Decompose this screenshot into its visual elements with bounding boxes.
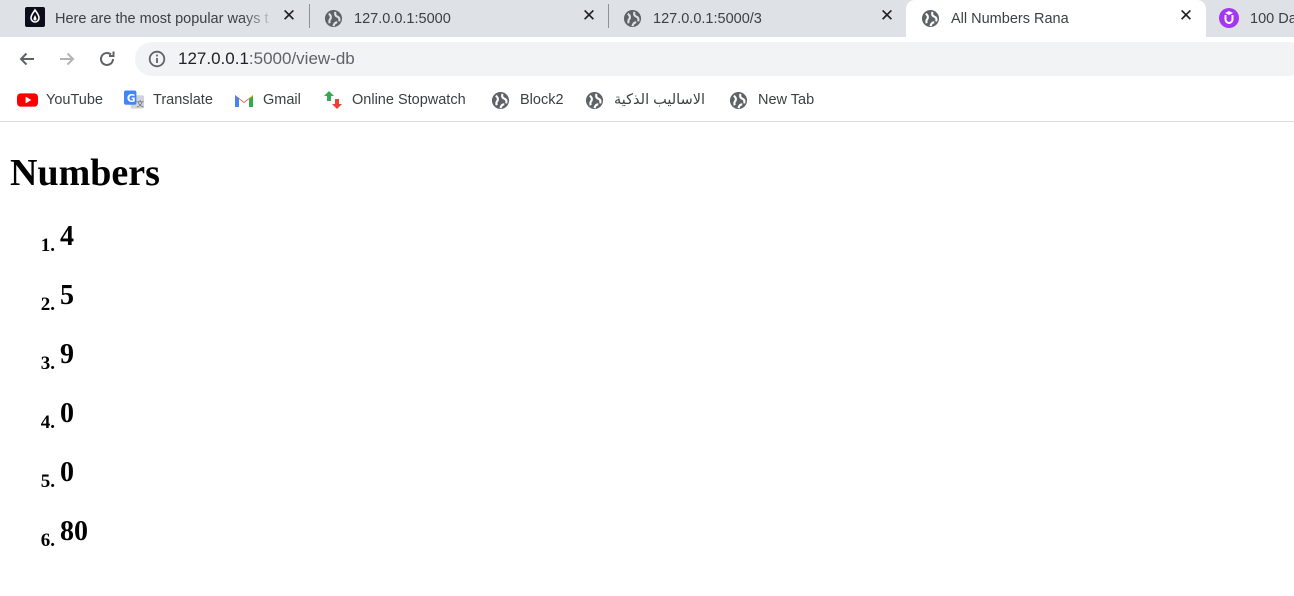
browser-toolbar: 127.0.0.1:5000/view-db <box>0 37 1294 81</box>
svg-text:G: G <box>127 93 136 105</box>
bookmark-smart-methods[interactable]: الاساليب الذكية <box>585 90 705 110</box>
list-marker: 2. <box>40 294 55 315</box>
url-text[interactable]: 127.0.0.1:5000/view-db <box>178 49 355 69</box>
list-marker: 1. <box>40 235 55 256</box>
bookmark-online-stopwatch[interactable]: Online Stopwatch <box>323 90 466 110</box>
globe-icon <box>324 9 343 28</box>
flask-icon <box>25 7 45 27</box>
url-path: :5000/view-db <box>248 49 355 68</box>
page-title: Numbers <box>10 152 160 194</box>
number-value: 0 <box>60 457 74 488</box>
youtube-icon <box>17 90 38 110</box>
arrow-left-icon <box>19 52 34 66</box>
back-button[interactable] <box>13 45 41 73</box>
bookmark-label: Translate <box>153 92 213 108</box>
stopwatch-icon <box>323 90 344 110</box>
info-icon[interactable] <box>148 50 166 68</box>
reload-button[interactable] <box>93 45 121 73</box>
bookmark-label: Block2 <box>520 92 564 108</box>
globe-icon <box>921 9 940 28</box>
tab-100-days[interactable]: 100 Da <box>1207 0 1294 37</box>
close-tab-icon[interactable]: ✕ <box>580 6 598 26</box>
bookmarks-bar: YouTube G文 Translate Gmail Online Stopwa… <box>0 81 1294 122</box>
bookmark-label: Online Stopwatch <box>352 92 466 108</box>
tab-popular-ways[interactable]: Here are the most popular ways t ✕ <box>14 0 308 37</box>
tab-title: 127.0.0.1:5000 <box>354 10 451 27</box>
number-value: 9 <box>60 339 74 370</box>
list-marker: 4. <box>40 412 55 433</box>
svg-text:文: 文 <box>136 99 144 109</box>
bookmark-label: Gmail <box>263 92 301 108</box>
list-item: 1. 4 <box>0 221 300 261</box>
page-content: Numbers 1. 4 2. 5 3. 9 4. 0 5. 0 6. 80 <box>0 123 1294 596</box>
address-bar[interactable]: 127.0.0.1:5000/view-db <box>135 42 1294 76</box>
list-marker: 3. <box>40 353 55 374</box>
bookmark-label: الاساليب الذكية <box>614 92 706 108</box>
globe-icon <box>729 90 750 110</box>
tab-title: Here are the most popular ways t <box>55 10 269 27</box>
number-value: 4 <box>60 221 74 252</box>
udemy-icon <box>1219 8 1239 28</box>
tab-divider <box>608 4 609 28</box>
bookmark-label: YouTube <box>46 92 103 108</box>
list-marker: 6. <box>40 530 55 551</box>
bookmark-gmail[interactable]: Gmail <box>234 90 301 110</box>
tab-title: 100 Da <box>1250 10 1294 27</box>
list-item: 6. 80 <box>0 516 300 556</box>
tab-title: 127.0.0.1:5000/3 <box>653 10 762 27</box>
tab-localhost[interactable]: 127.0.0.1:5000 ✕ <box>312 0 608 37</box>
list-item: 2. 5 <box>0 280 300 320</box>
gmail-icon <box>234 90 255 110</box>
number-value: 80 <box>60 516 88 547</box>
bookmark-block2[interactable]: Block2 <box>491 90 564 110</box>
tab-divider <box>309 4 310 28</box>
bookmark-new-tab[interactable]: New Tab <box>729 90 814 110</box>
close-tab-icon[interactable]: ✕ <box>878 6 896 26</box>
tab-strip: Here are the most popular ways t ✕ 127.0… <box>0 0 1294 37</box>
bookmark-translate[interactable]: G文 Translate <box>124 90 213 110</box>
tab-title: All Numbers Rana <box>951 10 1069 27</box>
tab-localhost-3[interactable]: 127.0.0.1:5000/3 ✕ <box>611 0 907 37</box>
close-tab-icon[interactable]: ✕ <box>280 6 298 26</box>
translate-icon: G文 <box>124 90 145 110</box>
globe-icon <box>585 90 606 110</box>
bookmark-youtube[interactable]: YouTube <box>17 90 103 110</box>
number-value: 0 <box>60 398 74 429</box>
globe-icon <box>491 90 512 110</box>
number-value: 5 <box>60 280 74 311</box>
list-marker: 5. <box>40 471 55 492</box>
forward-button[interactable] <box>53 45 81 73</box>
close-tab-icon[interactable]: ✕ <box>1177 6 1195 26</box>
bookmark-label: New Tab <box>758 92 815 108</box>
globe-icon <box>623 9 642 28</box>
url-host: 127.0.0.1 <box>178 49 249 68</box>
tab-all-numbers[interactable]: All Numbers Rana ✕ <box>906 0 1206 37</box>
arrow-right-icon <box>60 52 75 66</box>
list-item: 3. 9 <box>0 339 300 379</box>
list-item: 4. 0 <box>0 398 300 438</box>
list-item: 5. 0 <box>0 457 300 497</box>
reload-icon <box>100 51 115 66</box>
